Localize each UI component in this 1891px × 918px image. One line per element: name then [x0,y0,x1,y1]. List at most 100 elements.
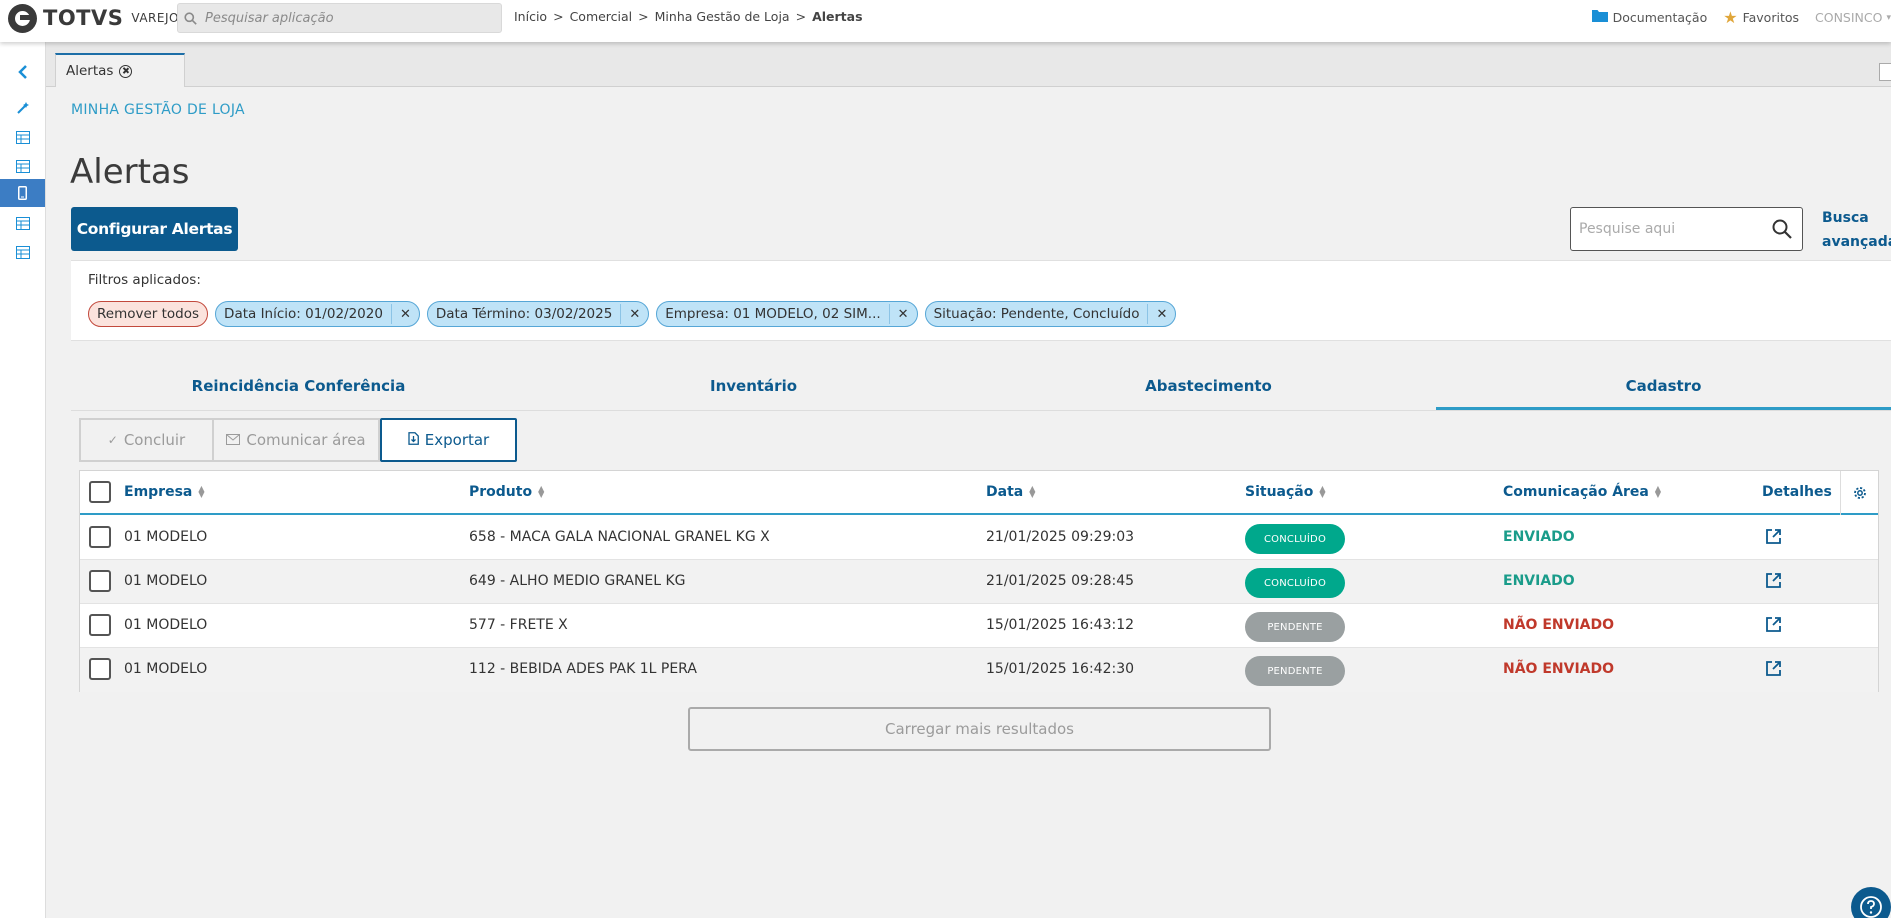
configure-alerts-button[interactable]: Configurar Alertas [71,207,238,251]
exportar-label: Exportar [424,431,490,449]
totvs-logo-icon [8,3,37,33]
sort-icon: ▲ ▼ [538,484,545,499]
row-checkbox[interactable] [89,658,111,680]
cell-data: 21/01/2025 09:28:45 [986,573,1135,589]
column-header-label: Situação [1245,484,1314,500]
select-all-checkbox[interactable] [89,481,111,503]
sidebar-item-table-2[interactable] [0,152,45,180]
breadcrumb-current: Alertas [812,9,863,24]
search-box [1570,207,1803,251]
external-link-icon[interactable] [1765,572,1782,593]
chevron-left-icon [17,65,27,79]
column-header-label: Comunicação Área [1503,484,1649,500]
external-link-icon[interactable] [1765,616,1782,637]
tab-strip: Alertas [46,42,1891,87]
load-more-button[interactable]: Carregar mais resultados [688,707,1271,751]
cell-produto: 649 - ALHO MEDIO GRANEL KG [469,573,686,589]
help-button[interactable] [1851,887,1891,918]
cell-comunicacao: ENVIADO [1503,529,1575,545]
section-title[interactable]: MINHA GESTÃO DE LOJA [71,102,245,118]
column-header-empresa[interactable]: Empresa ▲ ▼ [124,484,205,500]
column-header-label: Produto [469,484,533,500]
row-checkbox[interactable] [89,614,111,636]
table-row[interactable]: 01 MODELO 649 - ALHO MEDIO GRANEL KG 21/… [80,560,1878,604]
chevron-down-icon: ▾ [1886,12,1891,23]
tab-alertas[interactable]: Alertas [55,53,185,87]
table-row[interactable]: 01 MODELO 658 - MACA GALA NACIONAL GRANE… [80,516,1878,560]
sidebar-item-tools[interactable] [0,94,45,122]
tab-cadastro[interactable]: Cadastro [1436,369,1891,410]
export-file-icon [408,431,419,449]
wand-icon [16,102,29,114]
column-header-comunicacao-area[interactable]: Comunicação Área ▲ ▼ [1503,484,1661,500]
breadcrumb-separator: > [553,9,564,24]
folder-icon [1591,9,1608,26]
table-icon [15,159,30,173]
cell-empresa: 01 MODELO [124,529,208,545]
breadcrumb-minha-gestao[interactable]: Minha Gestão de Loja [655,9,790,24]
cell-empresa: 01 MODELO [124,617,208,633]
side-panel-toggle-icon[interactable] [1879,63,1891,81]
user-menu[interactable]: CONSINCO ▾ [1815,10,1891,25]
external-link-icon[interactable] [1765,660,1782,681]
tab-inventario[interactable]: Inventário [526,369,981,410]
column-header-detalhes: Detalhes [1762,484,1832,500]
sidebar-item-table-1[interactable] [0,123,45,151]
advanced-search-line2: avançada [1822,234,1891,250]
breadcrumb-comercial[interactable]: Comercial [570,9,633,24]
search-icon[interactable] [1772,219,1792,243]
close-icon[interactable] [119,64,133,78]
sidebar-item-table-4[interactable] [0,238,45,266]
mobile-icon [18,186,27,200]
totvs-logo[interactable]: TOTVS VAREJO [8,3,179,33]
sidebar-item-table-3[interactable] [0,209,45,237]
tab-abastecimento[interactable]: Abastecimento [981,369,1436,410]
documentation-link[interactable]: Documentação [1591,9,1708,26]
cell-produto: 658 - MACA GALA NACIONAL GRANEL KG X [469,529,770,545]
favorites-link[interactable]: ★ Favoritos [1723,8,1799,27]
cell-comunicacao: NÃO ENVIADO [1503,661,1615,677]
help-icon [1860,896,1882,918]
comunicar-label: Comunicar área [246,431,366,449]
check-icon: ✓ [107,433,118,447]
collapse-sidebar-button[interactable] [0,58,45,86]
breadcrumb-inicio[interactable]: Início [514,9,547,24]
tab-reincidencia-conferencia[interactable]: Reincidência Conferência [71,369,526,410]
advanced-search-link[interactable]: Busca avançada [1822,206,1891,254]
remove-all-filters-button[interactable]: Remover todos [88,301,209,327]
table-row[interactable]: 01 MODELO 112 - BEBIDA ADES PAK 1L PERA … [80,648,1878,692]
filter-chip-data-inicio: Data Início: 01/02/2020 ✕ [215,301,420,327]
cell-empresa: 01 MODELO [124,573,208,589]
comunicar-area-button[interactable]: Comunicar área [214,418,380,462]
documentation-label: Documentação [1612,10,1708,25]
close-icon[interactable]: ✕ [390,304,411,324]
concluir-button[interactable]: ✓ Concluir [79,418,214,462]
cell-comunicacao: ENVIADO [1503,573,1575,589]
close-icon[interactable]: ✕ [1147,304,1167,324]
page-title: Alertas [70,152,190,192]
external-link-icon[interactable] [1765,528,1782,549]
search-input[interactable] [1579,221,1759,237]
filter-chip-label: Situação: Pendente, Concluído [933,306,1140,322]
table-header: Empresa ▲ ▼ Produto ▲ ▼ Data ▲ ▼ Situação ▲… [80,471,1878,515]
close-icon[interactable]: ✕ [888,304,909,324]
column-header-situacao[interactable]: Situação ▲ ▼ [1245,484,1326,500]
column-settings-button[interactable] [1840,471,1878,515]
row-checkbox[interactable] [89,526,111,548]
breadcrumb: Início > Comercial > Minha Gestão de Loj… [514,9,863,24]
column-header-data[interactable]: Data ▲ ▼ [986,484,1035,500]
app-search-input[interactable] [205,10,485,26]
filter-chip-empresa: Empresa: 01 MODELO, 02 SIM... ✕ [656,301,918,327]
column-header-produto[interactable]: Produto ▲ ▼ [469,484,544,500]
cell-data: 15/01/2025 16:42:30 [986,661,1135,677]
row-checkbox[interactable] [89,570,111,592]
exportar-button[interactable]: Exportar [380,418,517,462]
status-badge: CONCLUÍDO [1245,568,1345,598]
filters-label: Filtros aplicados: [88,272,201,288]
sidebar-item-mobile[interactable] [0,179,45,207]
close-icon[interactable]: ✕ [620,304,640,324]
sort-icon: ▲ ▼ [198,484,205,499]
table-row[interactable]: 01 MODELO 577 - FRETE X 15/01/2025 16:43… [80,604,1878,648]
cell-data: 15/01/2025 16:43:12 [986,617,1135,633]
gear-icon [1853,487,1866,499]
